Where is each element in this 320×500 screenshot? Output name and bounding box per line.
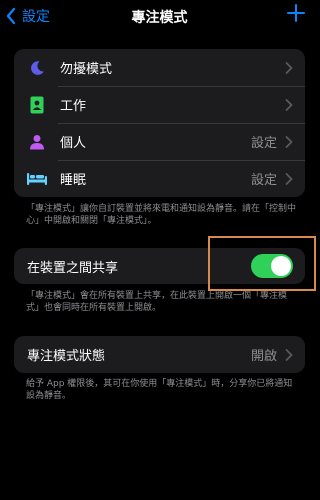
- chevron-right-icon: [285, 61, 293, 74]
- focus-status-value: 開啟: [250, 349, 277, 364]
- chevron-right-icon: [285, 348, 293, 361]
- chevron-right-icon: [285, 172, 293, 185]
- bed-icon: [27, 169, 47, 189]
- focus-item-value: 設定: [250, 136, 277, 151]
- person-icon: [27, 132, 47, 152]
- chevron-right-icon: [285, 98, 293, 111]
- focus-list-footnote: 「專注模式」讓你自訂裝置並將來電和通知設為靜音。請在「控制中心」中開啟和關閉「專…: [26, 204, 297, 226]
- id-badge-icon: [27, 95, 47, 115]
- focus-status-group: 專注模式狀態 開啟: [14, 336, 305, 373]
- focus-item-label: 勿擾模式: [60, 62, 113, 77]
- focus-item-label: 個人: [60, 136, 87, 151]
- focus-status-row[interactable]: 專注模式狀態 開啟: [14, 336, 305, 373]
- focus-item-personal[interactable]: 個人 設定: [14, 123, 305, 160]
- focus-status-label: 專注模式狀態: [27, 349, 106, 364]
- focus-item-label: 工作: [60, 99, 87, 114]
- highlight-box: [208, 236, 316, 291]
- focus-status-footnote: 給予 App 權限後，其可在你使用「專注模式」時，分享你已將通知設為靜音。: [26, 379, 293, 401]
- focus-item-value: 設定: [250, 173, 277, 188]
- focus-item-work[interactable]: 工作: [14, 86, 305, 123]
- navigation-bar: 設定 專注模式: [0, 0, 319, 34]
- moon-icon: [27, 58, 47, 78]
- focus-item-sleep[interactable]: 睡眠 設定: [14, 160, 305, 197]
- share-footnote: 「專注模式」會在所有裝置上共享，在此裝置上開啟一個「專注模式」也會同時在所有裝置…: [26, 291, 288, 313]
- add-focus-button[interactable]: [287, 4, 305, 22]
- focus-item-do-not-disturb[interactable]: 勿擾模式: [14, 49, 305, 86]
- focus-item-label: 睡眠: [60, 173, 87, 188]
- focus-mode-list: 勿擾模式 工作 個人 設定 睡眠 設定: [14, 49, 305, 197]
- chevron-right-icon: [285, 135, 293, 148]
- page-title: 專注模式: [131, 10, 188, 26]
